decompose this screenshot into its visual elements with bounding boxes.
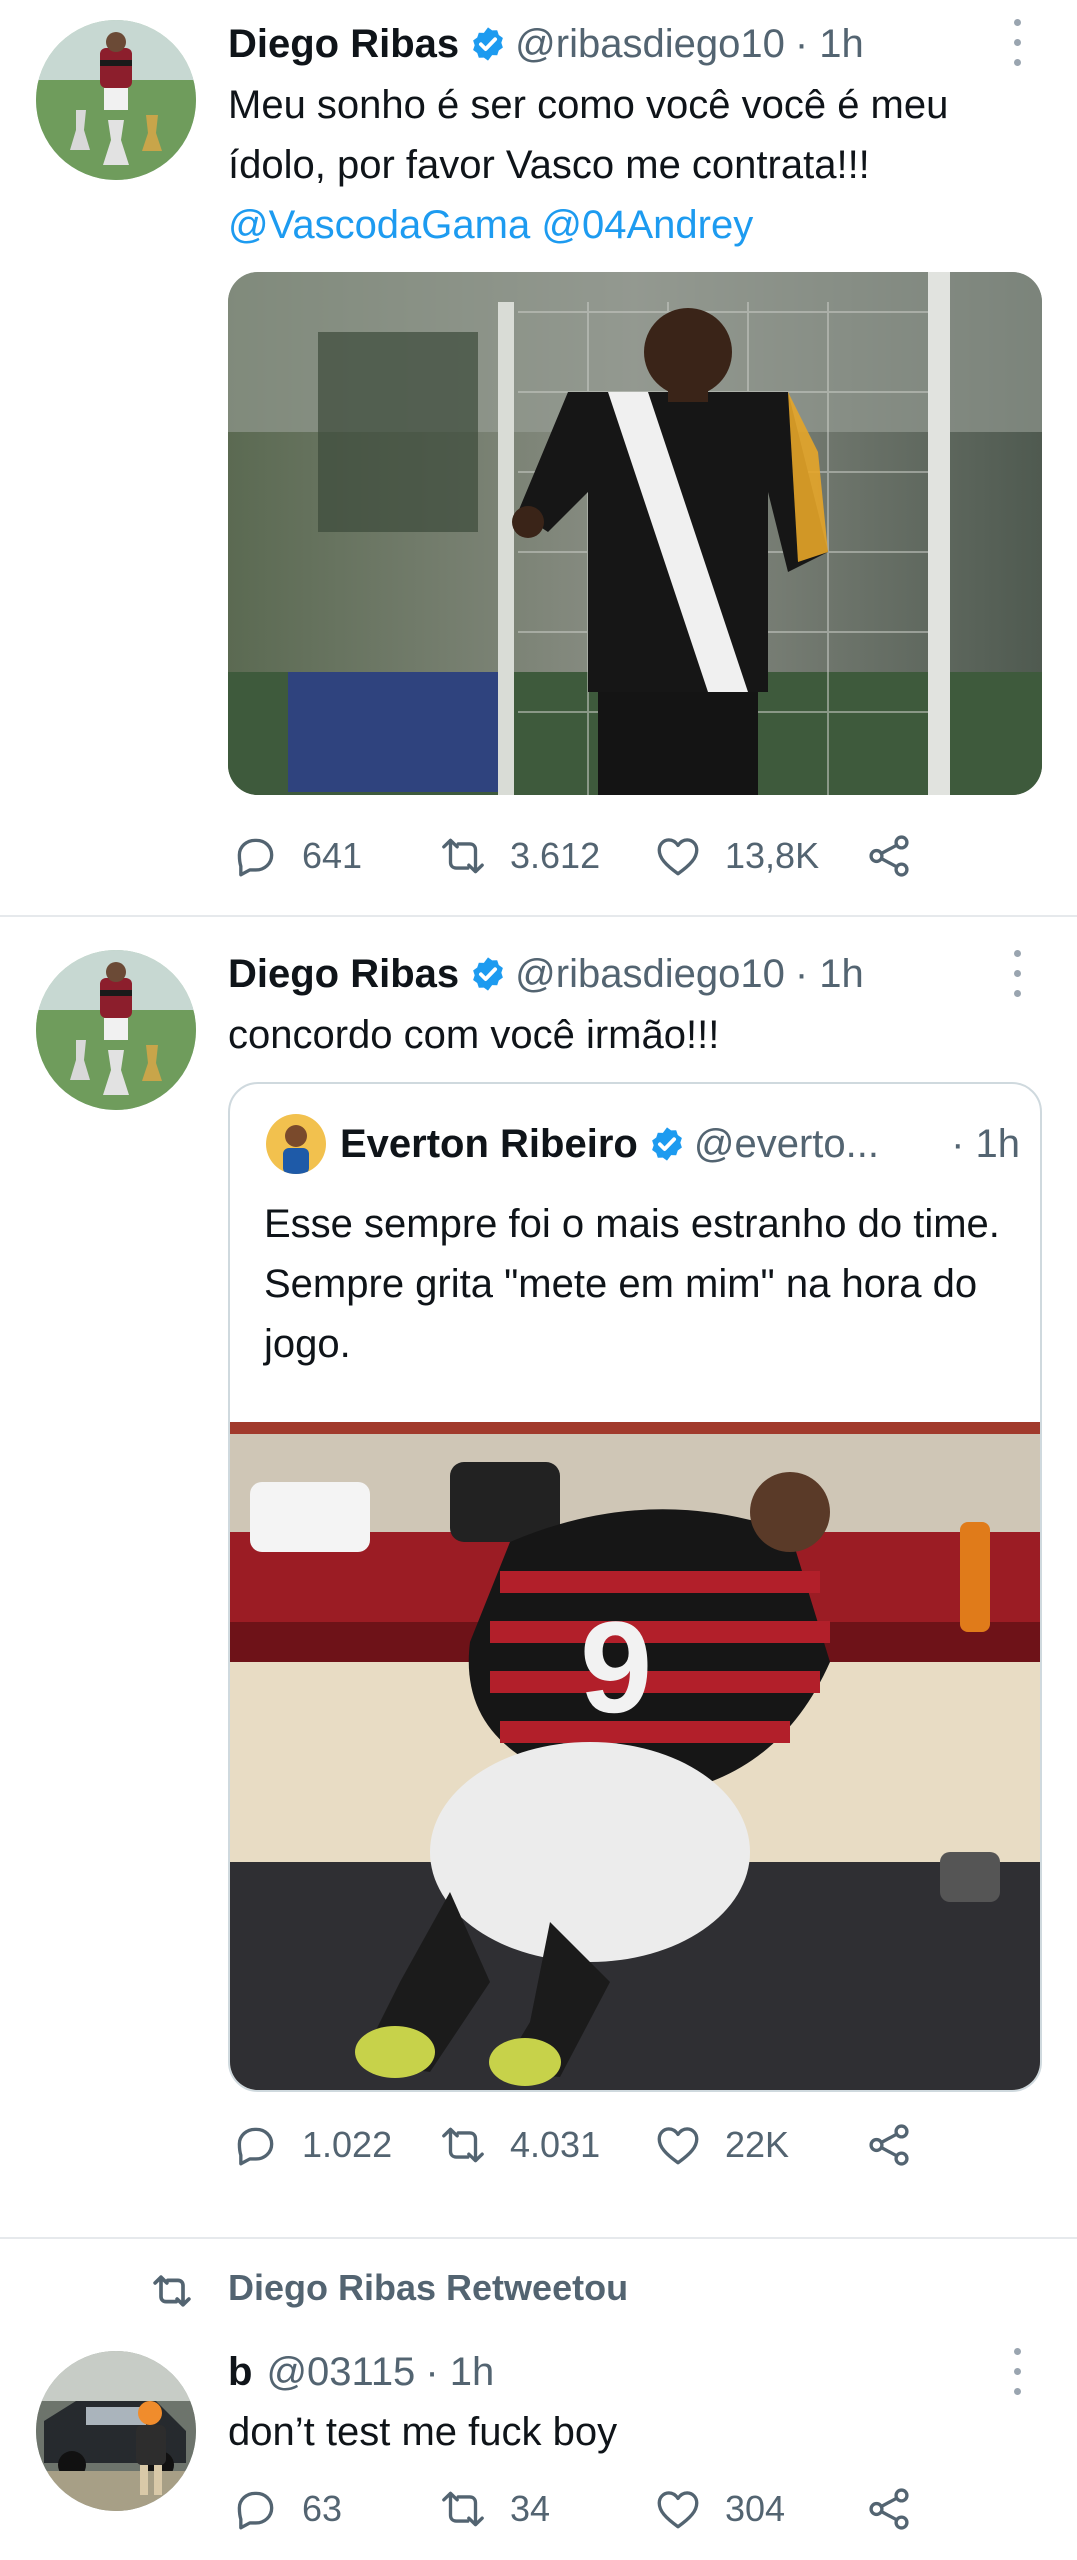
share-button[interactable] [864,826,914,886]
share-icon [869,2488,909,2530]
quoted-tweet-image[interactable]: 9 [230,1422,1040,2090]
tweet[interactable]: Diego Ribas @ribasdiego10 · 1h concordo … [0,917,1077,2237]
heart-icon [657,2491,699,2529]
like-count: 22K [725,2124,790,2165]
svg-text:9: 9 [580,1594,652,1740]
tweet-actions: 63 34 304 [228,2479,948,2539]
avatar[interactable] [36,950,196,1110]
retweet-count: 3.612 [510,835,601,876]
tweet-text: Meu sonho é ser como você você é meu ído… [228,75,1048,255]
share-icon [869,835,909,877]
quoted-tweet-time: · 1h [951,1121,1020,1166]
more-options-icon[interactable] [1002,943,1032,1003]
author-handle[interactable]: @ribasdiego10 [515,952,785,997]
reply-button[interactable]: 63 [230,2479,342,2539]
mention-link[interactable]: @04Andrey [541,203,753,247]
retweet-count: 4.031 [510,2124,601,2165]
avatar-photo-icon [36,950,196,1110]
retweet-button[interactable]: 4.031 [438,2115,600,2175]
quoted-text-line: Sempre grita "mete em mim" na hora do jo… [264,1262,978,1366]
verified-badge-icon [648,1125,686,1163]
tweet-header: Diego Ribas @ribasdiego10 · 1h [228,947,864,1001]
reply-button[interactable]: 1.022 [230,2115,392,2175]
tweet-body: Meu sonho é ser como você você é meu ído… [228,83,949,187]
police-car-photo-icon [36,2351,196,2511]
quoted-header: Everton Ribeiro @everto... · 1h [340,1116,1020,1172]
more-options-icon[interactable] [1002,2341,1032,2401]
reply-button[interactable]: 641 [230,826,362,886]
retweet-icon [442,2491,484,2527]
tweet[interactable]: Diego Ribas Retweetou b @03115 · 1h don’… [0,2239,1077,2560]
tweet[interactable]: Diego Ribas @ribasdiego10 · 1h Meu sonho… [0,0,1077,915]
share-icon [869,2124,909,2166]
quoted-author-handle[interactable]: @everto... [694,1122,879,1167]
like-button[interactable]: 13,8K [653,826,819,886]
mention-link[interactable]: @VascodaGama [228,203,530,247]
like-button[interactable]: 22K [653,2115,789,2175]
tweet-header: Diego Ribas @ribasdiego10 · 1h [228,17,864,71]
tweet-actions: 1.022 4.031 22K [228,2115,948,2175]
tweet-time: · 1h [794,21,864,66]
reply-icon [237,2127,274,2166]
retweet-count: 34 [510,2488,551,2529]
retweet-context-label[interactable]: Diego Ribas Retweetou [228,2267,628,2309]
quoted-avatar[interactable] [266,1114,326,1174]
author-name[interactable]: Diego Ribas [228,22,459,67]
quoted-author-name[interactable]: Everton Ribeiro [340,1122,638,1167]
avatar-photo-icon [36,20,196,180]
retweet-icon [153,2275,191,2307]
author-handle[interactable]: @03115 [266,2350,415,2395]
tweet-time: · 1h [425,2349,495,2394]
retweet-context: Diego Ribas Retweetou [0,2261,1077,2321]
tweet-image[interactable] [228,272,1042,795]
retweet-icon [442,2127,484,2163]
reply-count: 1.022 [302,2124,393,2165]
like-button[interactable]: 304 [653,2479,785,2539]
quoted-text-line: Esse sempre foi o mais estranho do time. [264,1202,1000,1246]
author-name[interactable]: b [228,2350,252,2395]
author-handle[interactable]: @ribasdiego10 [515,22,785,67]
avatar-photo-icon [266,1114,326,1174]
like-count: 304 [725,2488,786,2529]
tweet-time: · 1h [794,951,864,996]
reply-count: 641 [302,835,363,876]
more-options-icon[interactable] [1002,12,1032,72]
heart-icon [657,2127,699,2165]
reply-count: 63 [302,2488,343,2529]
share-button[interactable] [864,2115,914,2175]
retweet-button[interactable]: 34 [438,2479,550,2539]
verified-badge-icon [469,955,507,993]
tweet-text: concordo com você irmão!!! [228,1013,720,1057]
like-count: 13,8K [725,835,820,876]
vasco-player-photo-icon [228,272,1042,795]
retweet-icon [442,838,484,874]
share-button[interactable] [864,2479,914,2539]
tweet-actions: 641 3.612 13,8K [228,826,948,886]
quoted-tweet-text: Esse sempre foi o mais estranho do time.… [264,1194,1004,1374]
retweet-button[interactable]: 3.612 [438,826,600,886]
avatar[interactable] [36,20,196,180]
quoted-tweet[interactable]: Everton Ribeiro @everto... · 1h Esse sem… [228,1082,1042,2092]
locker-room-photo-icon: 9 [230,1422,1040,2090]
avatar[interactable] [36,2351,196,2511]
tweet-header: b @03115 · 1h [228,2345,494,2399]
reply-icon [237,2491,274,2530]
heart-icon [657,838,699,876]
verified-badge-icon [469,25,507,63]
tweet-text: don’t test me fuck boy [228,2410,618,2454]
reply-icon [237,838,274,877]
author-name[interactable]: Diego Ribas [228,952,459,997]
